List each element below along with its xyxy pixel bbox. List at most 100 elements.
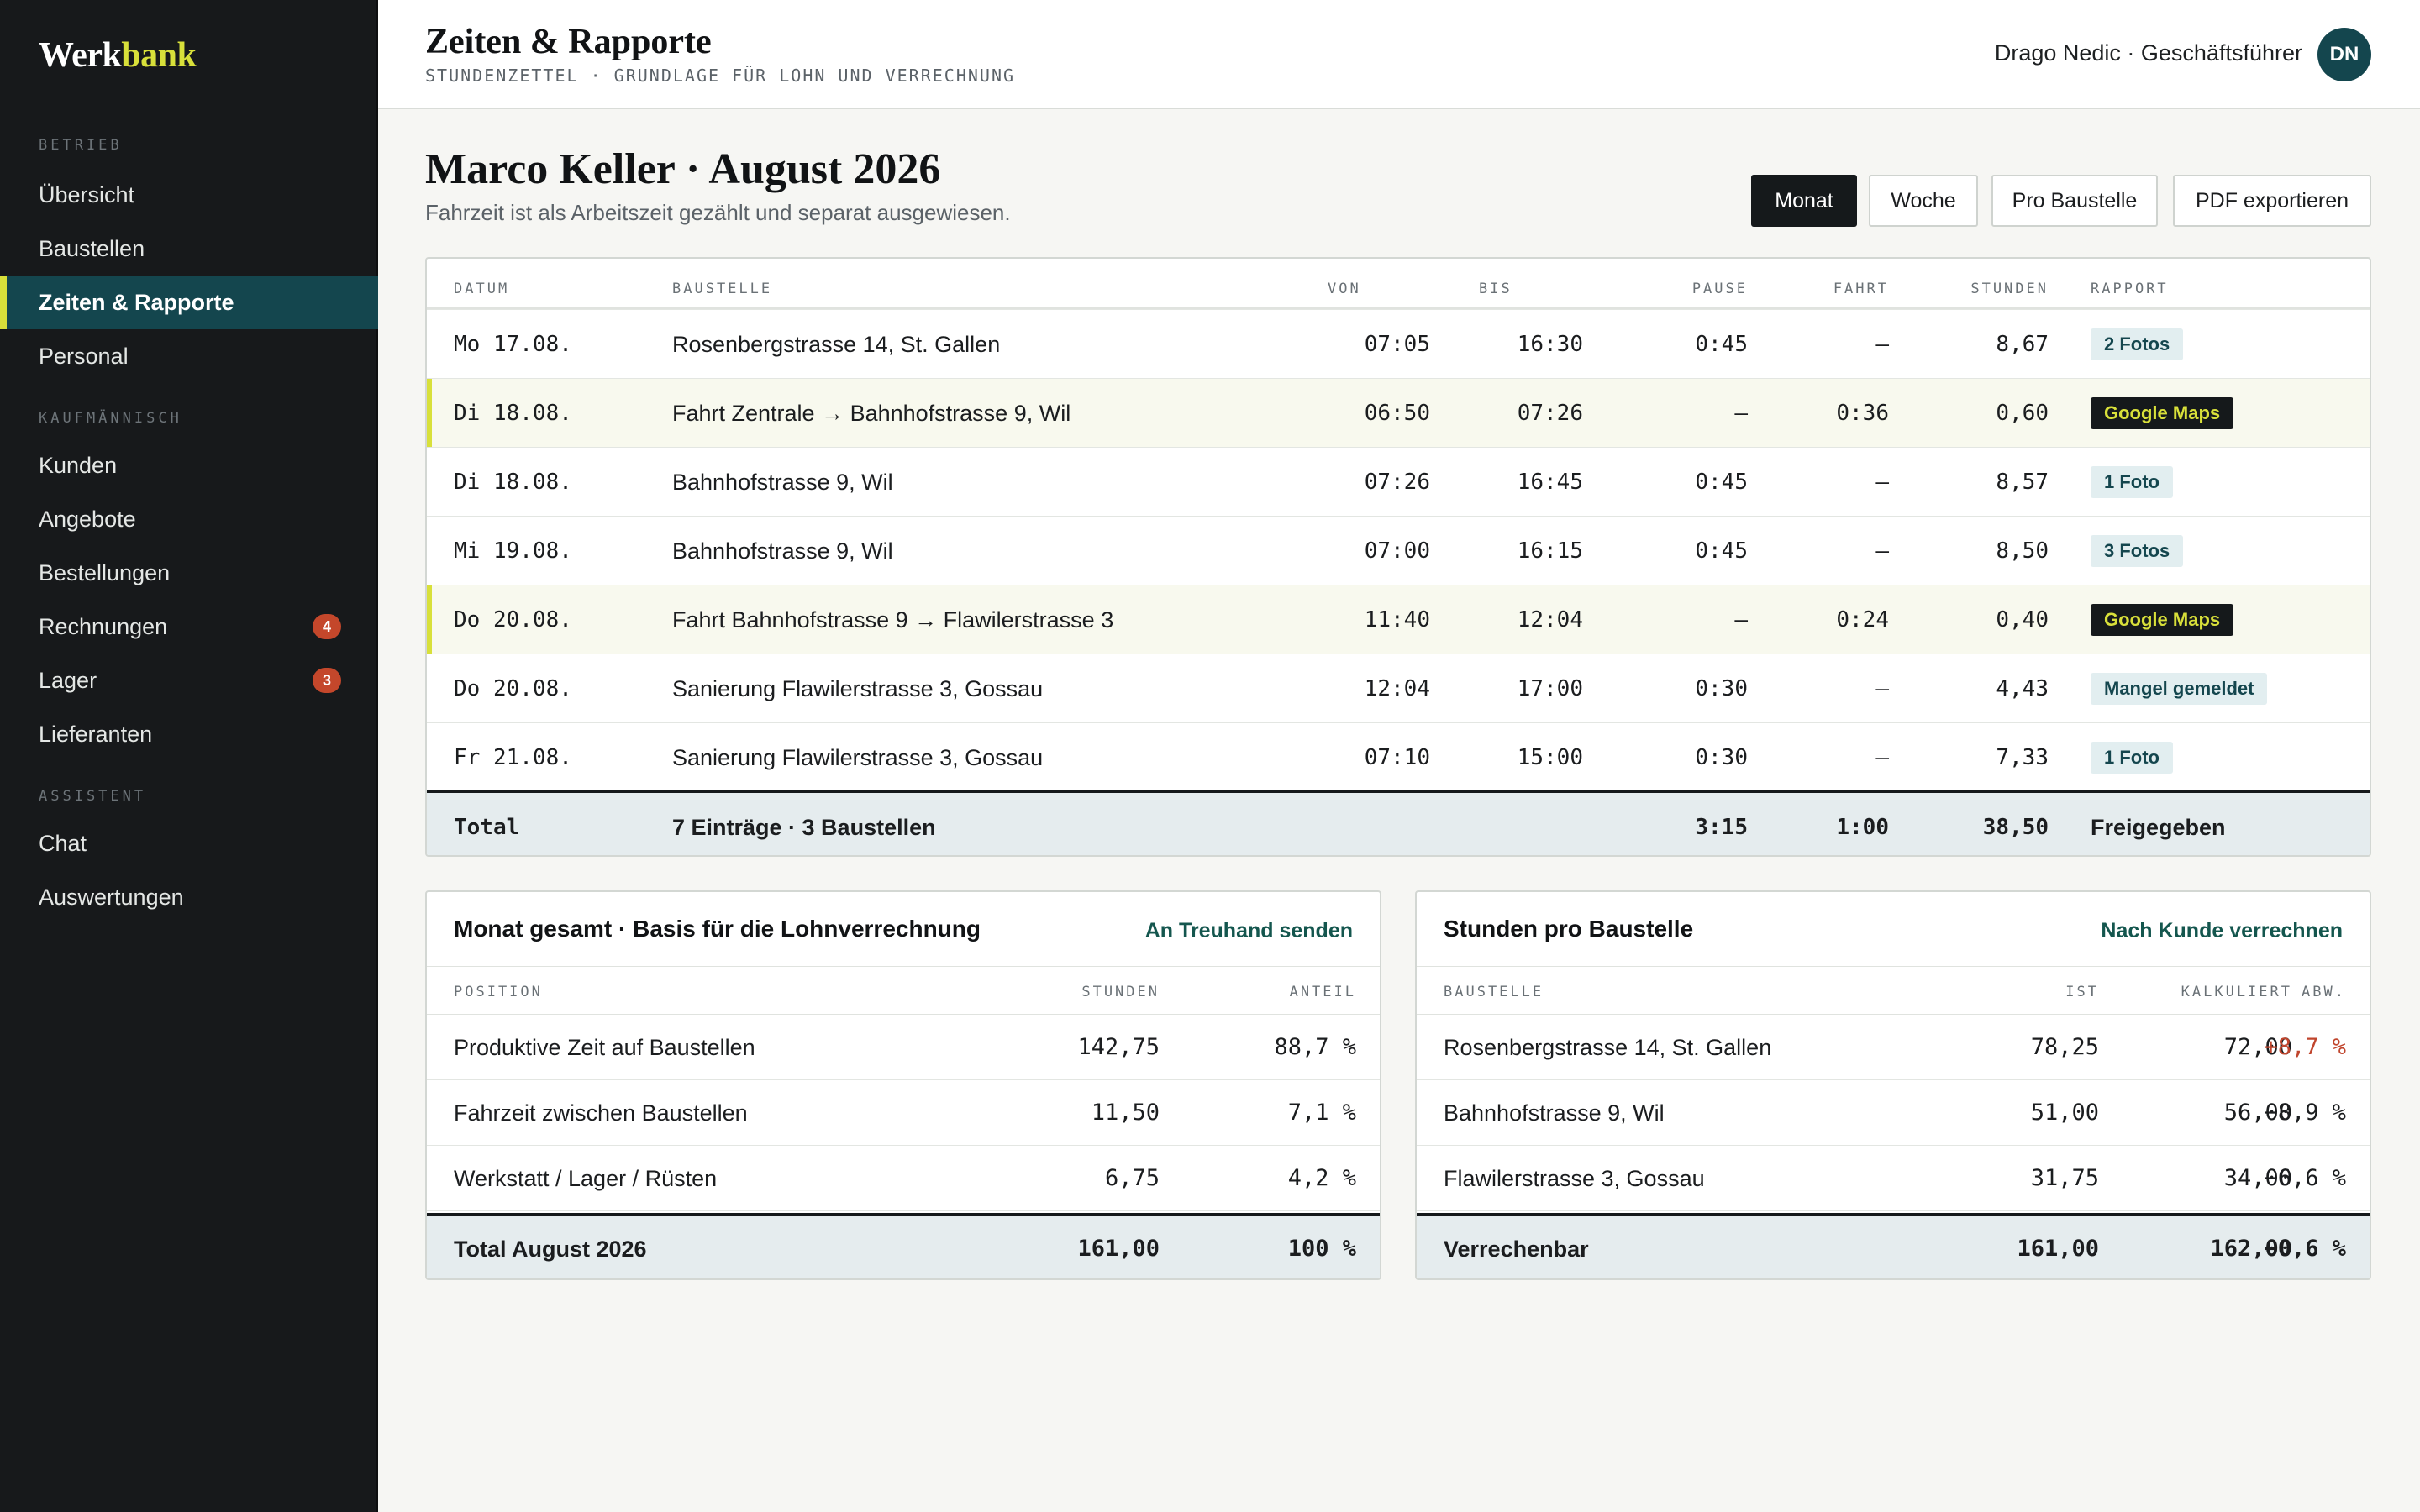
site-actual-hours: 51,00 (2030, 1100, 2099, 1126)
entry-pause: 0:30 (1695, 745, 1748, 770)
payroll-total-share: 100 % (1287, 1236, 1356, 1262)
payroll-share: 7,1 % (1287, 1100, 1356, 1126)
table-row[interactable]: Di 18.08. Bahnhofstrasse 9, Wil 07:26 16… (427, 447, 2370, 516)
payroll-panel-title: Monat gesamt · Basis für die Lohnverrech… (454, 916, 981, 942)
total-pause: 3:15 (1695, 815, 1748, 840)
report-defect-tag[interactable]: Mangel gemeldet (2091, 673, 2268, 705)
report-photos-tag[interactable]: 1 Foto (2091, 742, 2173, 774)
col-header-pause: PAUSE (1691, 281, 1748, 297)
sidebar-section-betrieb: BETRIEB (39, 137, 123, 154)
sidebar-item-rechnungen[interactable]: Rechnungen 4 (0, 600, 378, 654)
entry-from: 12:04 (1364, 676, 1430, 701)
entry-date: Do 20.08. (454, 676, 572, 701)
report-photos-tag[interactable]: 3 Fotos (2091, 535, 2184, 567)
sidebar-item-zeiten-rapporte[interactable]: Zeiten & Rapporte (0, 276, 378, 329)
table-row[interactable]: Mi 19.08. Bahnhofstrasse 9, Wil 07:00 16… (427, 516, 2370, 585)
entry-to: 16:15 (1517, 538, 1583, 564)
entry-site: Bahnhofstrasse 9, Wil (672, 538, 893, 564)
bill-by-customer-link[interactable]: Nach Kunde verrechnen (2101, 919, 2343, 943)
entry-site: Fahrt Zentrale → Bahnhofstrasse 9, Wil (672, 401, 1071, 426)
entry-from: 07:10 (1364, 745, 1430, 770)
sidebar-item-angebote[interactable]: Angebote (0, 492, 378, 546)
entry-date: Di 18.08. (454, 401, 572, 426)
entry-site: Rosenbergstrasse 14, St. Gallen (672, 332, 1001, 357)
sites-panel-title: Stunden pro Baustelle (1444, 916, 1694, 942)
entry-pause: 0:45 (1695, 332, 1748, 357)
sidebar-item-auswertungen[interactable]: Auswertungen (0, 870, 378, 924)
sidebar-section-assistent: ASSISTENT (39, 788, 147, 805)
sidebar-item-bestellungen[interactable]: Bestellungen (0, 546, 378, 600)
entry-date: Do 20.08. (454, 607, 572, 633)
table-row: Rosenbergstrasse 14, St. Gallen 78,25 72… (1417, 1015, 2370, 1080)
total-hours: 38,50 (1982, 815, 2049, 840)
entry-travel: – (1876, 676, 1889, 701)
col-header-bis: BIS (1479, 281, 1512, 297)
sidebar-item-chat[interactable]: Chat (0, 816, 378, 870)
timesheet-note: Fahrzeit ist als Arbeitszeit gezählt und… (425, 200, 1011, 225)
sidebar-item-lager[interactable]: Lager 3 (0, 654, 378, 707)
page-subtitle: STUNDENZETTEL · GRUNDLAGE FÜR LOHN UND V… (425, 66, 1016, 86)
report-photos-tag[interactable]: 2 Fotos (2091, 328, 2184, 360)
view-week-button[interactable]: Woche (1869, 175, 1978, 227)
send-to-trustee-link[interactable]: An Treuhand senden (1145, 919, 1353, 943)
table-row: Bahnhofstrasse 9, Wil 51,00 56,00 −8,9 % (1417, 1080, 2370, 1146)
entries-total-row: Total 7 Einträge · 3 Baustellen 3:15 1:0… (427, 790, 2370, 855)
view-per-site-button[interactable]: Pro Baustelle (1991, 175, 2158, 227)
brand-logo-part2: bank (121, 36, 197, 75)
report-photos-tag[interactable]: 1 Foto (2091, 466, 2173, 498)
sidebar-item-kunden[interactable]: Kunden (0, 438, 378, 492)
col-header-baustelle: BAUSTELLE (1444, 984, 1544, 1000)
view-month-button[interactable]: Monat (1751, 175, 1857, 227)
sidebar-item-uebersicht[interactable]: Übersicht (0, 168, 378, 222)
time-entries-table: DATUM BAUSTELLE VON BIS PAUSE FAHRT STUN… (425, 257, 2371, 857)
col-header-baustelle: BAUSTELLE (672, 281, 773, 297)
site-deviation: −8,9 % (2264, 1100, 2346, 1126)
payroll-hours: 11,50 (1091, 1100, 1160, 1126)
total-travel: 1:00 (1836, 815, 1889, 840)
entry-site: Sanierung Flawilerstrasse 3, Gossau (672, 745, 1044, 770)
payroll-share: 88,7 % (1274, 1034, 1356, 1060)
avatar[interactable]: DN (2317, 28, 2371, 81)
site-actual-hours: 31,75 (2030, 1165, 2099, 1191)
table-row: Produktive Zeit auf Baustellen 142,75 88… (427, 1015, 1380, 1080)
col-header-von: VON (1328, 281, 1361, 297)
payroll-position: Produktive Zeit auf Baustellen (454, 1035, 755, 1060)
sidebar-item-label: Lager (39, 668, 97, 693)
lager-count-badge: 3 (313, 668, 341, 693)
entry-travel: – (1876, 470, 1889, 495)
entry-hours: 8,50 (1996, 538, 2049, 564)
export-pdf-button[interactable]: PDF exportieren (2173, 175, 2371, 227)
payroll-total-label: Total August 2026 (454, 1236, 647, 1262)
site-name: Flawilerstrasse 3, Gossau (1444, 1166, 1705, 1191)
user-name-role[interactable]: Drago Nedic · Geschäftsführer (1995, 40, 2302, 66)
site-name: Rosenbergstrasse 14, St. Gallen (1444, 1035, 1772, 1060)
table-row[interactable]: Do 20.08. Sanierung Flawilerstrasse 3, G… (427, 654, 2370, 722)
entry-date: Mo 17.08. (454, 332, 572, 357)
entry-hours: 0,60 (1996, 401, 2049, 426)
sites-table-header: BAUSTELLE IST KALKULIERT ABW. (1417, 966, 2370, 1015)
entry-pause: – (1734, 607, 1748, 633)
sidebar-item-baustellen[interactable]: Baustellen (0, 222, 378, 276)
table-row-travel[interactable]: Do 20.08. Fahrt Bahnhofstrasse 9 → Flawi… (427, 585, 2370, 654)
payroll-position: Fahrzeit zwischen Baustellen (454, 1100, 748, 1126)
entry-travel: 0:24 (1836, 607, 1889, 633)
top-bar: Zeiten & Rapporte STUNDENZETTEL · GRUNDL… (378, 0, 2420, 109)
report-google-maps-tag[interactable]: Google Maps (2091, 397, 2234, 429)
entry-from: 07:26 (1364, 470, 1430, 495)
report-google-maps-tag[interactable]: Google Maps (2091, 604, 2234, 636)
sidebar-item-lieferanten[interactable]: Lieferanten (0, 707, 378, 761)
sidebar: Werkbank BETRIEB Übersicht Baustellen Ze… (0, 0, 378, 1512)
entry-date: Mi 19.08. (454, 538, 572, 564)
hours-per-site-panel: Stunden pro Baustelle Nach Kunde verrech… (1415, 890, 2371, 1280)
entry-pause: 0:45 (1695, 470, 1748, 495)
table-row[interactable]: Fr 21.08. Sanierung Flawilerstrasse 3, G… (427, 722, 2370, 791)
table-row[interactable]: Mo 17.08. Rosenbergstrasse 14, St. Galle… (427, 309, 2370, 378)
sites-total-label: Verrechenbar (1444, 1236, 1589, 1262)
entry-travel: – (1876, 332, 1889, 357)
table-row-travel[interactable]: Di 18.08. Fahrt Zentrale → Bahnhofstrass… (427, 378, 2370, 447)
brand-logo[interactable]: Werkbank (39, 35, 197, 76)
entry-from: 07:00 (1364, 538, 1430, 564)
sidebar-item-personal[interactable]: Personal (0, 329, 378, 383)
rechnungen-count-badge: 4 (313, 614, 341, 639)
entry-pause: 0:45 (1695, 538, 1748, 564)
